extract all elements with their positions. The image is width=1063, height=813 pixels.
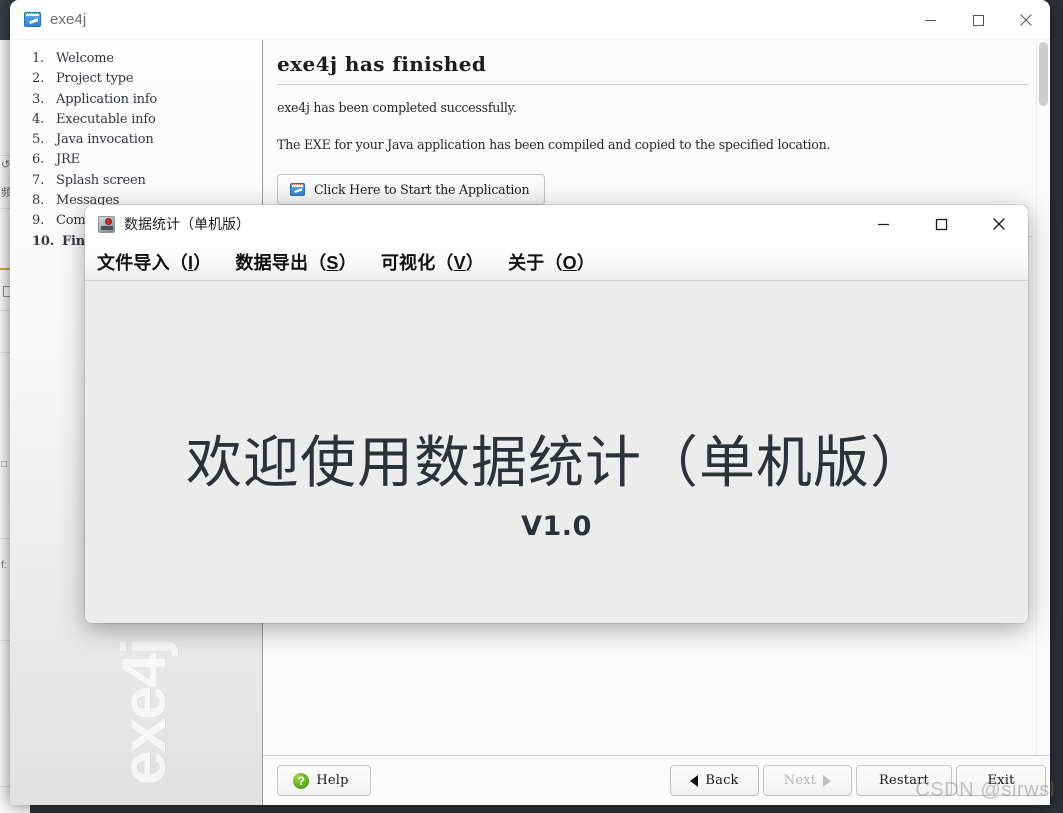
back-button[interactable]: Back xyxy=(670,765,759,796)
restart-label: Restart xyxy=(879,773,929,788)
background-glyph-f: □ xyxy=(1,459,8,470)
content-scrollbar-thumb[interactable] xyxy=(1039,42,1048,106)
step-label: Application info xyxy=(56,91,158,107)
step-label: Java invocation xyxy=(56,132,154,148)
menu-label-post: ） xyxy=(338,252,357,273)
help-label: Help xyxy=(316,773,349,788)
start-application-label: Click Here to Start the Application xyxy=(314,182,530,197)
statistics-title-group: 数据统计（单机版） xyxy=(85,214,250,234)
menu-accesskey: V xyxy=(453,252,466,273)
sidebar-item-executable-info[interactable]: 4. Executable info xyxy=(32,110,262,130)
maximize-icon[interactable] xyxy=(954,0,1002,40)
exit-button[interactable]: Exit xyxy=(956,765,1046,796)
background-glyph-refresh: ↺ xyxy=(1,159,11,171)
completion-message: exe4j has been completed successfully. xyxy=(277,100,517,115)
menu-item-about[interactable]: 关于（O） xyxy=(507,247,596,277)
sidebar-item-jre[interactable]: 6. JRE xyxy=(32,150,262,170)
statistics-titlebar[interactable]: 数据统计（单机版） xyxy=(85,205,1028,243)
menu-label-post: ） xyxy=(193,252,212,273)
exit-label: Exit xyxy=(987,773,1015,788)
arrow-right-icon xyxy=(823,774,832,787)
exe4j-app-icon xyxy=(24,12,41,27)
background-glyph-or: f: xyxy=(1,560,7,571)
footer-nav-buttons: Back Next Restart Exit xyxy=(670,765,1046,796)
close-icon[interactable] xyxy=(1002,0,1050,40)
menu-item-visualization[interactable]: 可视化（V） xyxy=(380,247,485,277)
menu-label-post: ） xyxy=(465,252,485,273)
menu-accesskey: S xyxy=(326,252,339,273)
step-label: Splash screen xyxy=(56,172,146,188)
start-application-button[interactable]: Click Here to Start the Application xyxy=(277,174,546,205)
exe4j-footer-bar: ? Help Back Next Restart Exit xyxy=(263,755,1050,805)
minimize-icon[interactable] xyxy=(906,0,954,40)
heading-divider xyxy=(277,84,1028,85)
sidebar-item-project-type[interactable]: 2. Project type xyxy=(32,69,262,89)
step-number: 5. xyxy=(32,132,45,148)
help-button[interactable]: ? Help xyxy=(277,765,371,796)
step-label: Welcome xyxy=(56,51,114,66)
sidebar-item-application-info[interactable]: 3. Application info xyxy=(32,90,262,110)
menu-item-data-export[interactable]: 数据导出（S） xyxy=(234,247,357,277)
statistics-menubar: 文件导入（I） 数据导出（S） 可视化（V） 关于（O） xyxy=(85,243,1028,281)
exe-location-message: The EXE for your Java application has be… xyxy=(277,137,831,152)
close-icon[interactable] xyxy=(970,205,1028,243)
maximize-icon[interactable] xyxy=(912,205,970,243)
statistics-window-controls xyxy=(854,205,1028,243)
step-number: 1. xyxy=(32,51,45,66)
exe4j-logo-watermark: exe4j xyxy=(110,639,179,785)
step-label: Project type xyxy=(56,71,134,87)
arrow-left-icon xyxy=(690,774,699,787)
exe4j-window-title: exe4j xyxy=(50,11,87,28)
version-label: V1.0 xyxy=(521,511,592,542)
step-label: Executable info xyxy=(56,111,156,127)
step-number: 2. xyxy=(32,71,45,87)
menu-label-pre: 可视化（ xyxy=(380,252,454,273)
step-number: 7. xyxy=(32,172,45,188)
statistics-app-icon xyxy=(98,215,115,233)
sidebar-item-splash-screen[interactable]: 7. Splash screen xyxy=(32,171,262,191)
statistics-app-window: 数据统计（单机版） 文件导入（I） 数据导出（S） 可视化（V） 关于（O） 欢… xyxy=(85,205,1028,623)
step-number: 4. xyxy=(32,111,45,127)
welcome-heading: 欢迎使用数据统计（单机版） xyxy=(186,431,927,496)
step-label: JRE xyxy=(56,152,80,168)
menu-accesskey: O xyxy=(562,252,577,273)
sidebar-item-welcome[interactable]: 1. Welcome xyxy=(32,49,262,69)
menu-item-file-import[interactable]: 文件导入（I） xyxy=(96,247,212,277)
exe4j-app-icon xyxy=(290,183,305,196)
sidebar-item-java-invocation[interactable]: 5. Java invocation xyxy=(32,130,262,150)
next-label: Next xyxy=(783,773,817,788)
exe4j-titlebar[interactable]: exe4j xyxy=(10,0,1050,40)
minimize-icon[interactable] xyxy=(854,205,912,243)
step-number: 6. xyxy=(32,152,45,168)
statistics-window-title: 数据统计（单机版） xyxy=(124,216,250,232)
restart-button[interactable]: Restart xyxy=(856,765,952,796)
menu-label-post: ） xyxy=(576,252,596,273)
content-scrollbar[interactable] xyxy=(1036,40,1050,805)
exe4j-title-group: exe4j xyxy=(10,11,86,28)
step-number: 10. xyxy=(32,233,55,249)
back-label: Back xyxy=(705,773,739,788)
help-icon: ? xyxy=(293,772,310,789)
step-number: 3. xyxy=(32,91,45,107)
exe4j-window-controls xyxy=(906,0,1050,40)
page-title: exe4j has finished xyxy=(277,52,487,76)
step-number: 8. xyxy=(32,193,45,209)
next-button: Next xyxy=(763,765,852,796)
menu-label-pre: 关于（ xyxy=(508,252,563,273)
menu-label-pre: 数据导出（ xyxy=(235,252,327,273)
menu-label-pre: 文件导入（ xyxy=(97,252,188,273)
step-number: 9. xyxy=(32,213,45,229)
statistics-content-area: 欢迎使用数据统计（单机版） V1.0 xyxy=(85,281,1028,623)
